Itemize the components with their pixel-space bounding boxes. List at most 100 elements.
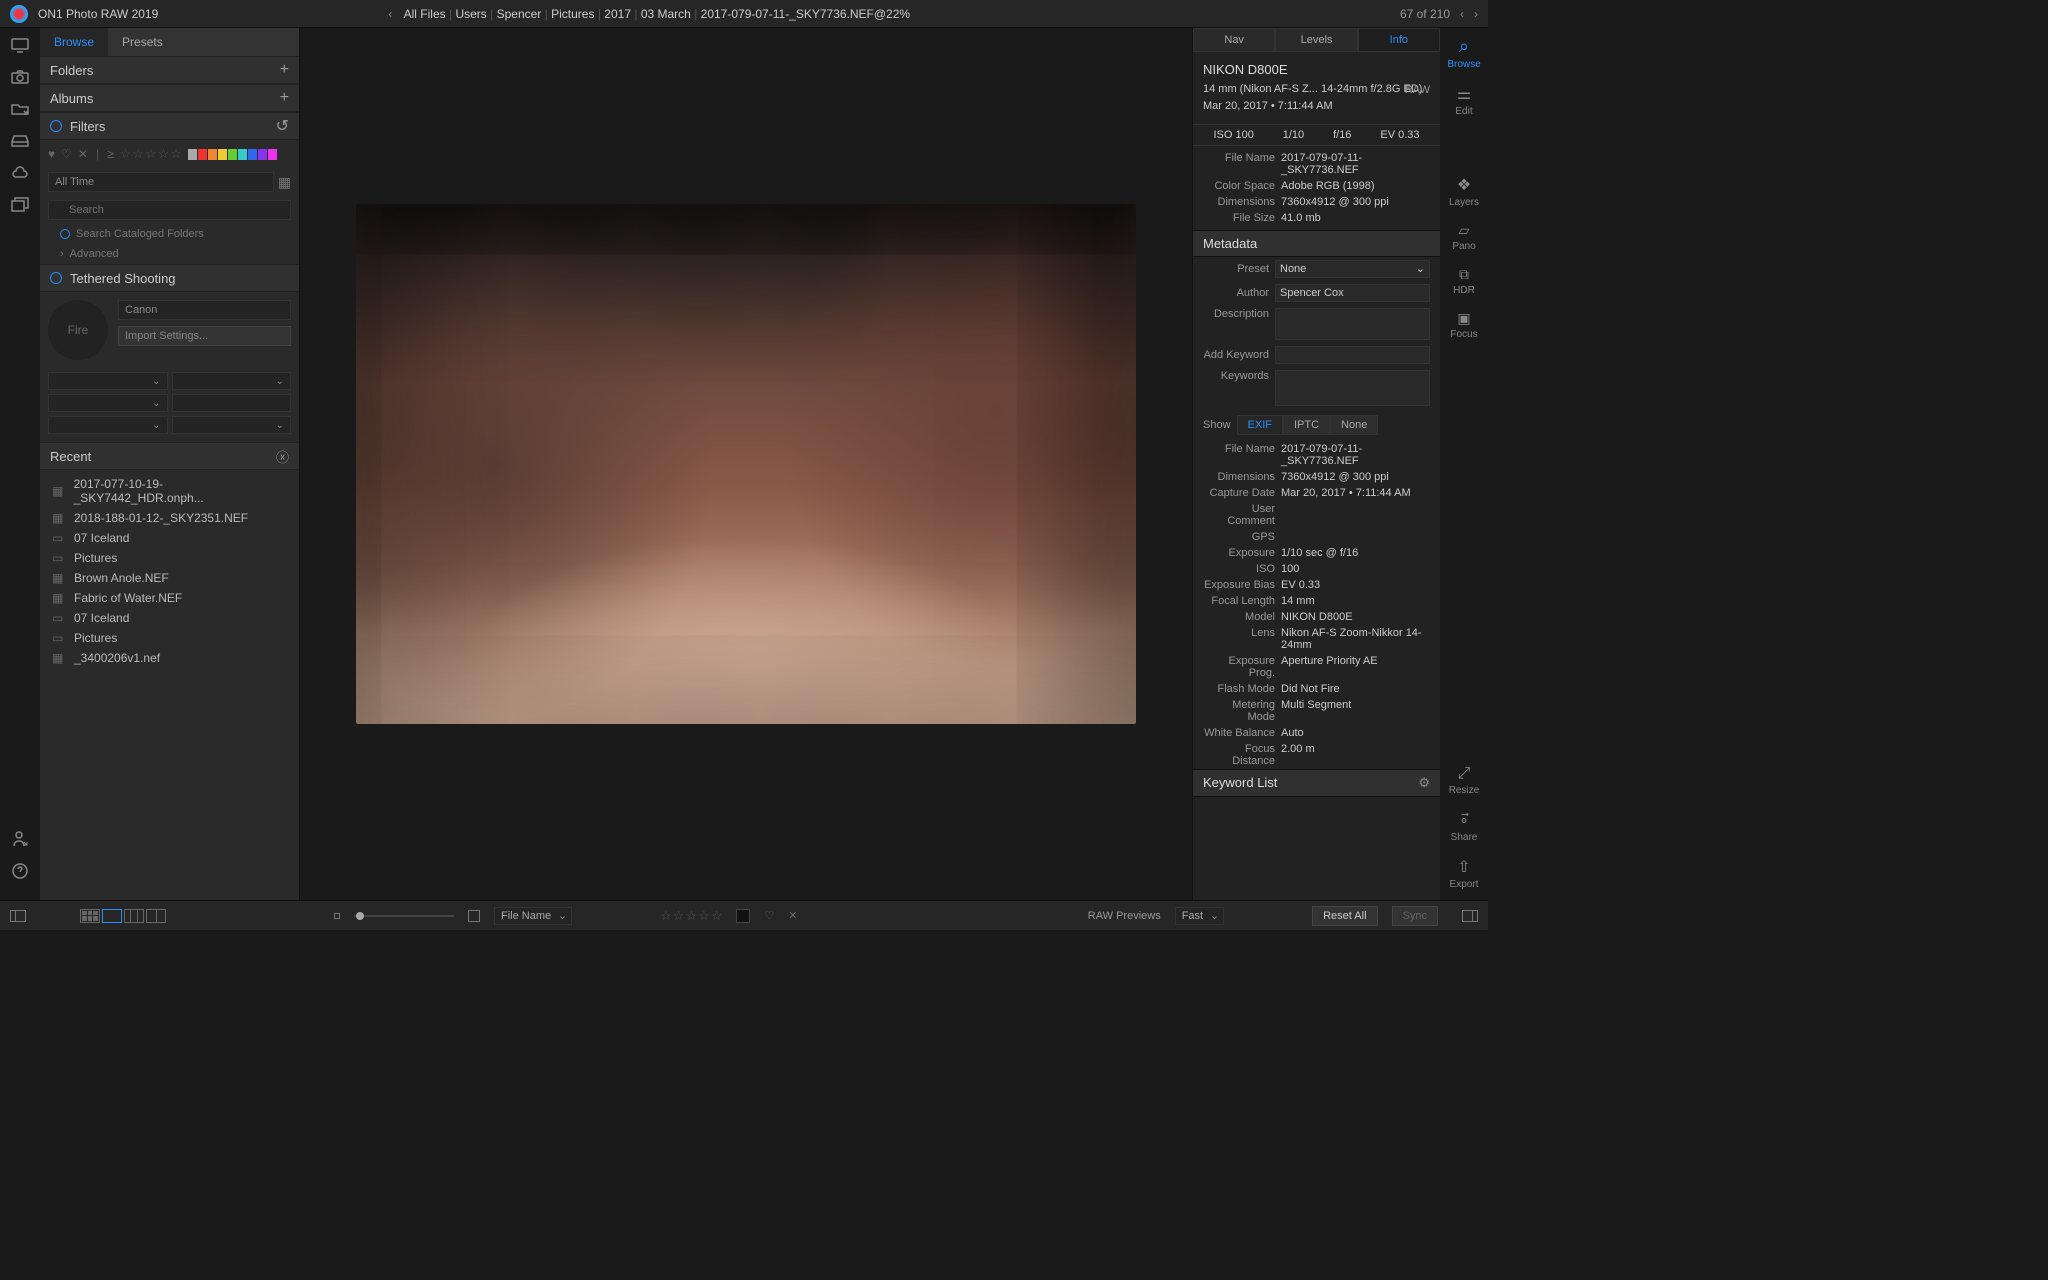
calendar-icon[interactable]: ▦ [278, 174, 291, 191]
add-folder-icon[interactable]: + [280, 61, 289, 79]
tab-info[interactable]: Info [1358, 28, 1440, 52]
tool-export[interactable]: ⇧Export [1450, 857, 1479, 890]
next-image-icon[interactable]: › [1474, 7, 1478, 21]
tab-levels[interactable]: Levels [1275, 28, 1357, 52]
swatch[interactable] [238, 149, 247, 160]
tool-pano[interactable]: ▱Pano [1452, 222, 1475, 252]
tab-nav[interactable]: Nav [1193, 28, 1275, 52]
albums-header[interactable]: Albums+ [40, 84, 299, 112]
tab-presets[interactable]: Presets [108, 28, 177, 56]
import-settings-button[interactable]: Import Settings... [118, 326, 291, 346]
recent-item[interactable]: ▦Fabric of Water.NEF [40, 588, 299, 608]
toggle-right-panel-icon[interactable] [1462, 910, 1478, 922]
recent-item[interactable]: ▦Brown Anole.NEF [40, 568, 299, 588]
rating-filter[interactable]: ☆☆☆☆☆ [120, 146, 182, 162]
recent-header[interactable]: Recentⓧ [40, 442, 299, 470]
rating-stars[interactable]: ☆☆☆☆☆ [660, 908, 722, 924]
like-icon[interactable]: ♡ [764, 909, 774, 922]
tether-dd-3[interactable]: ⌄ [48, 394, 168, 412]
compare-view-icon[interactable] [146, 909, 166, 923]
thumbnail-size-slider[interactable] [354, 915, 454, 917]
search-cataloged-checkbox[interactable]: Search Cataloged Folders [40, 224, 299, 244]
swatch[interactable] [248, 149, 257, 160]
tool-resize[interactable]: ⤢Resize [1449, 765, 1480, 796]
tether-dd-5[interactable]: ⌄ [48, 416, 168, 434]
add-album-icon[interactable]: + [280, 89, 289, 107]
crumb[interactable]: Pictures [551, 7, 594, 21]
description-input[interactable] [1275, 308, 1430, 340]
show-iptc-tab[interactable]: IPTC [1283, 415, 1330, 435]
recent-item[interactable]: ▭Pictures [40, 628, 299, 648]
tool-edit[interactable]: ⚌Edit [1455, 84, 1472, 117]
tether-dd-6[interactable]: ⌄ [172, 416, 292, 434]
filters-header[interactable]: Filters↺ [40, 112, 299, 140]
color-label-picker[interactable] [736, 909, 750, 923]
reset-all-button[interactable]: Reset All [1312, 906, 1377, 926]
reset-filters-icon[interactable]: ↺ [276, 116, 289, 136]
tool-layers[interactable]: ❖Layers [1449, 175, 1479, 208]
reject-icon[interactable]: ✕ [78, 147, 88, 161]
swatch[interactable] [268, 149, 277, 160]
swatch[interactable] [218, 149, 227, 160]
clear-recent-icon[interactable]: ⓧ [276, 447, 289, 466]
camera-vendor-input[interactable] [118, 300, 291, 320]
fire-button[interactable]: Fire [48, 300, 108, 360]
keywords-input[interactable] [1275, 370, 1430, 406]
sort-select[interactable]: File Name [494, 907, 572, 925]
recent-item[interactable]: ▦2018-188-01-12-_SKY2351.NEF [40, 508, 299, 528]
crumb[interactable]: Users [455, 7, 486, 21]
show-none-tab[interactable]: None [1330, 415, 1378, 435]
sync-button[interactable]: Sync [1392, 906, 1438, 926]
recent-item[interactable]: ▦2017-077-10-19-_SKY7442_HDR.onph... [40, 474, 299, 508]
nav-back-icon[interactable]: ‹ [388, 7, 392, 21]
breadcrumb[interactable]: ‹ All Files | Users | Spencer | Pictures… [388, 7, 910, 21]
heart-outline-icon[interactable]: ♡ [61, 147, 72, 161]
crumb[interactable]: All Files [404, 7, 446, 21]
swatch[interactable] [188, 149, 197, 160]
swatch[interactable] [258, 149, 267, 160]
tool-hdr[interactable]: ⧉HDR [1453, 266, 1475, 296]
tether-dd-1[interactable]: ⌄ [48, 372, 168, 390]
image-viewer[interactable] [300, 28, 1192, 900]
user-icon[interactable] [9, 830, 31, 848]
heart-icon[interactable]: ♥ [48, 147, 55, 161]
gear-icon[interactable]: ⚙ [1418, 775, 1430, 791]
crumb[interactable]: 03 March [641, 7, 691, 21]
size-small-icon[interactable] [334, 913, 340, 919]
swatch[interactable] [208, 149, 217, 160]
crumb[interactable]: 2017-079-07-11-_SKY7736.NEF@22% [701, 7, 910, 21]
advanced-toggle[interactable]: ›Advanced [40, 244, 299, 264]
raw-previews-select[interactable]: Fast [1175, 907, 1224, 925]
color-label-filter[interactable] [188, 149, 277, 160]
tethered-header[interactable]: Tethered Shooting [40, 264, 299, 292]
keyword-list-header[interactable]: Keyword List⚙ [1193, 769, 1440, 797]
cloud-icon[interactable] [9, 164, 31, 182]
drive-icon[interactable] [9, 132, 31, 150]
date-filter-input[interactable] [48, 172, 274, 192]
author-input[interactable] [1275, 284, 1430, 302]
reject-icon-bottom[interactable]: ✕ [788, 909, 797, 922]
help-icon[interactable] [9, 862, 31, 880]
crumb[interactable]: 2017 [604, 7, 631, 21]
stack-icon[interactable] [9, 196, 31, 214]
recent-item[interactable]: ▭07 Iceland [40, 608, 299, 628]
filmstrip-view-icon[interactable] [124, 909, 144, 923]
folders-header[interactable]: Folders+ [40, 56, 299, 84]
folder-import-icon[interactable] [9, 100, 31, 118]
preset-select[interactable]: None⌄ [1275, 260, 1430, 278]
tether-dd-2[interactable]: ⌄ [172, 372, 292, 390]
recent-item[interactable]: ▭07 Iceland [40, 528, 299, 548]
search-input[interactable] [48, 200, 291, 220]
gte-icon[interactable]: ≥ [107, 147, 114, 161]
camera-icon[interactable] [9, 68, 31, 86]
toggle-left-panel-icon[interactable] [10, 910, 26, 922]
tool-focus[interactable]: ▣Focus [1450, 310, 1477, 340]
metadata-header[interactable]: Metadata [1193, 230, 1440, 257]
prev-image-icon[interactable]: ‹ [1460, 7, 1464, 21]
swatch[interactable] [198, 149, 207, 160]
tool-share[interactable]: ∘⃗Share [1451, 810, 1478, 843]
show-exif-tab[interactable]: EXIF [1237, 415, 1283, 435]
grid-view-icon[interactable] [80, 909, 100, 923]
monitor-icon[interactable] [9, 36, 31, 54]
tab-browse[interactable]: Browse [40, 28, 108, 56]
